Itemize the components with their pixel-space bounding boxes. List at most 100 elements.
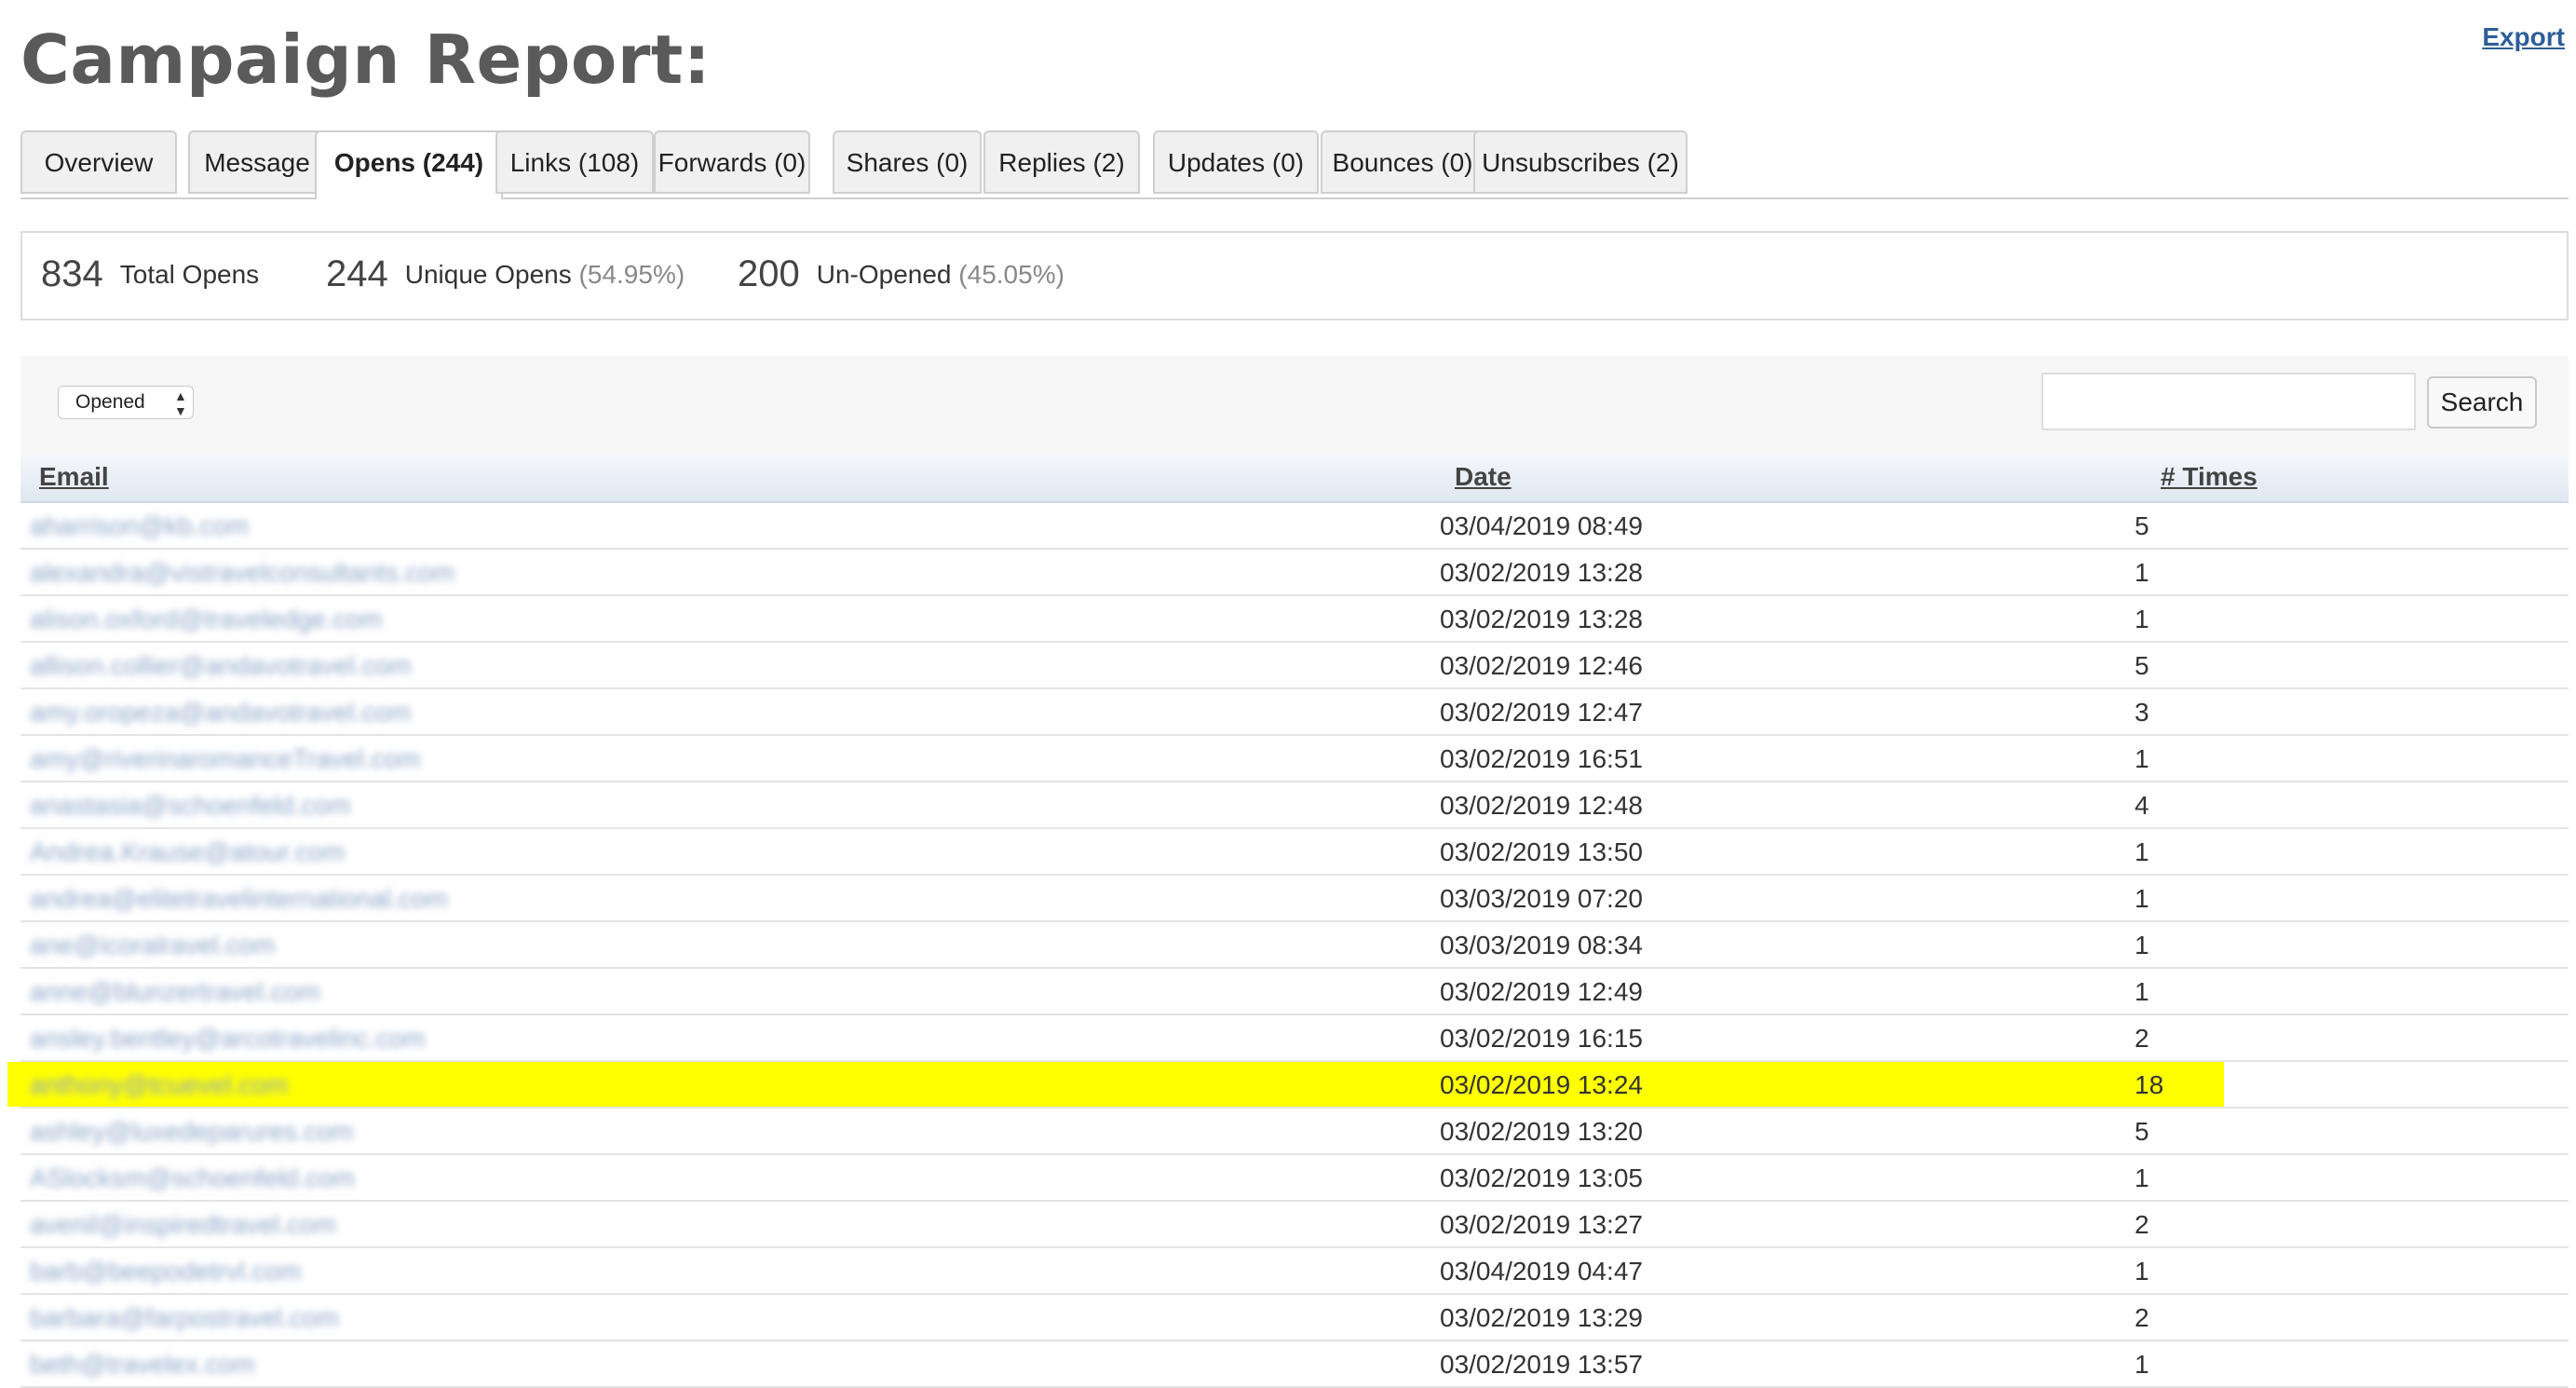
export-link[interactable]: Export [2482,22,2565,52]
email-cell[interactable]: Andrea.Krause@atour.com [30,837,345,867]
email-cell[interactable]: ashley@luxedeparures.com [30,1117,353,1147]
date-cell: 03/02/2019 13:57 [1440,1350,1643,1379]
email-cell[interactable]: barb@beepodetrvl.com [30,1257,301,1286]
email-cell[interactable]: allison.collier@andavotravel.com [30,651,412,681]
date-cell: 03/02/2019 12:49 [1440,977,1643,1006]
date-cell: 03/02/2019 13:20 [1440,1117,1643,1146]
table-row: ane@icoralravel.com 03/03/2019 08:34 1 [20,922,2569,969]
open-status-selected: Opened [75,391,145,413]
tab-message[interactable]: Message [188,130,326,194]
times-cell: 4 [2135,791,2149,820]
email-cell[interactable]: anne@blunzertravel.com [30,977,320,1007]
unique-opens-count: 244 [326,253,388,294]
table-header: Email Date # Times [20,455,2569,503]
email-cell[interactable]: alexandra@vistravelconsultants.com [30,558,454,588]
email-cell[interactable]: aharrison@kb.com [30,511,249,541]
times-cell: 1 [2135,977,2149,1006]
email-cell[interactable]: anthony@tcuevel.com [30,1070,288,1100]
table-row: ansley.bentley@arcotravelinc.com 03/02/20… [20,1015,2569,1062]
search-input[interactable] [2041,373,2416,430]
date-cell: 03/02/2019 16:15 [1440,1024,1643,1053]
date-cell: 03/02/2019 13:28 [1440,558,1643,587]
row-highlight [7,1062,2224,1107]
date-cell: 03/02/2019 13:05 [1440,1163,1643,1192]
table-row: ashley@luxedeparures.com 03/02/2019 13:20… [20,1109,2569,1155]
opens-summary: 834 Total Opens 244 Unique Opens (54.95%) … [20,231,2569,320]
times-cell: 1 [2135,837,2149,866]
email-cell[interactable]: amy@riverinaromanceTravel.com [30,744,421,774]
unopened-count: 200 [738,253,800,294]
table-row: aharrison@kb.com 03/04/2019 08:49 5 [20,503,2569,550]
column-header-date[interactable]: Date [1455,462,1512,492]
email-cell[interactable]: ane@icoralravel.com [30,931,275,960]
date-cell: 03/02/2019 13:50 [1440,837,1643,866]
table-row: andrea@elitetravelinternational.com 03/03… [20,876,2569,922]
tab-bounces[interactable]: Bounces (0) [1321,130,1485,194]
times-cell: 1 [2135,605,2149,633]
tab-links[interactable]: Links (108) [495,130,654,194]
date-cell: 03/02/2019 12:46 [1440,651,1643,680]
date-cell: 03/02/2019 13:28 [1440,605,1643,633]
tab-overview[interactable]: Overview [20,130,177,194]
unique-opens-percent: (54.95%) [578,260,685,289]
select-arrows-icon: ▲▼ [174,388,187,418]
date-cell: 03/02/2019 12:47 [1440,698,1643,727]
tab-forwards[interactable]: Forwards (0) [654,130,810,194]
email-cell[interactable]: amy.oropeza@andavotravel.com [30,698,411,728]
report-tabs: Overview Message Opens (244) Links (108)… [20,130,2569,199]
table-body: aharrison@kb.com 03/04/2019 08:49 5 alexand… [7,503,2569,1388]
table-row: ASlocksm@schoenfeld.com 03/02/2019 13:05 1 [20,1155,2569,1202]
table-row: amy.oropeza@andavotravel.com 03/02/2019 1… [20,689,2569,736]
column-header-times[interactable]: # Times [2161,462,2257,492]
unopened-percent: (45.05%) [958,260,1064,289]
times-cell: 1 [2135,931,2149,959]
times-cell: 2 [2135,1303,2149,1332]
total-opens-count: 834 [41,253,103,294]
email-cell[interactable]: alison.oxford@traveledge.com [30,605,383,634]
times-cell: 1 [2135,558,2149,587]
page-title: Campaign Report: [20,20,712,99]
email-cell[interactable]: beth@travelex.com [30,1350,255,1380]
email-cell[interactable]: andrea@elitetravelinternational.com [30,884,448,914]
email-cell[interactable]: avenil@inspiredtravel.com [30,1210,336,1240]
date-cell: 03/02/2019 13:29 [1440,1303,1643,1332]
times-cell: 1 [2135,744,2149,773]
date-cell: 03/02/2019 13:27 [1440,1210,1643,1239]
times-cell: 1 [2135,1163,2149,1192]
times-cell: 18 [2135,1070,2164,1099]
email-cell[interactable]: ansley.bentley@arcotravelinc.com [30,1024,426,1054]
date-cell: 03/04/2019 08:49 [1440,511,1643,540]
email-cell[interactable]: barbara@farpostravel.com [30,1303,339,1333]
tab-updates[interactable]: Updates (0) [1153,130,1319,194]
times-cell: 1 [2135,884,2149,913]
total-opens-label: Total Opens [119,260,260,289]
open-status-select[interactable]: Opened ▲▼ [58,386,194,419]
tab-unsubscribes[interactable]: Unsubscribes (2) [1473,130,1688,194]
times-cell: 5 [2135,511,2149,540]
table-row: avenil@inspiredtravel.com 03/02/2019 13:2… [20,1202,2569,1248]
date-cell: 03/02/2019 13:24 [1440,1070,1643,1099]
table-row: barb@beepodetrvl.com 03/04/2019 04:47 1 [20,1248,2569,1295]
times-cell: 2 [2135,1024,2149,1053]
table-row: Andrea.Krause@atour.com 03/02/2019 13:50 1 [20,829,2569,876]
unique-opens-label: Unique Opens [404,260,572,289]
table-row: alison.oxford@traveledge.com 03/02/2019 1… [20,596,2569,643]
date-cell: 03/03/2019 08:34 [1440,931,1643,959]
date-cell: 03/02/2019 12:48 [1440,791,1643,820]
table-row: anthony@tcuevel.com 03/02/2019 13:24 18 [7,1062,2569,1109]
email-cell[interactable]: ASlocksm@schoenfeld.com [30,1163,355,1193]
date-cell: 03/03/2019 07:20 [1440,884,1643,913]
tab-shares[interactable]: Shares (0) [833,130,982,194]
times-cell: 2 [2135,1210,2149,1239]
email-cell[interactable]: anastasia@schoenfeld.com [30,791,350,821]
tab-opens[interactable]: Opens (244) [315,130,503,199]
column-header-email[interactable]: Email [39,462,109,492]
stat-unopened: 200 Un-Opened (45.05%) [738,253,1064,295]
table-row: amy@riverinaromanceTravel.com 03/02/2019 … [20,736,2569,782]
opens-table: Email Date # Times aharrison@kb.com 03/04… [7,455,2569,1388]
search-button[interactable]: Search [2427,376,2537,429]
stat-unique-opens: 244 Unique Opens (54.95%) [326,253,685,295]
table-row: anne@blunzertravel.com 03/02/2019 12:49 1 [20,969,2569,1015]
tab-replies[interactable]: Replies (2) [983,130,1140,194]
table-row: beth@travelex.com 03/02/2019 13:57 1 [20,1341,2569,1388]
